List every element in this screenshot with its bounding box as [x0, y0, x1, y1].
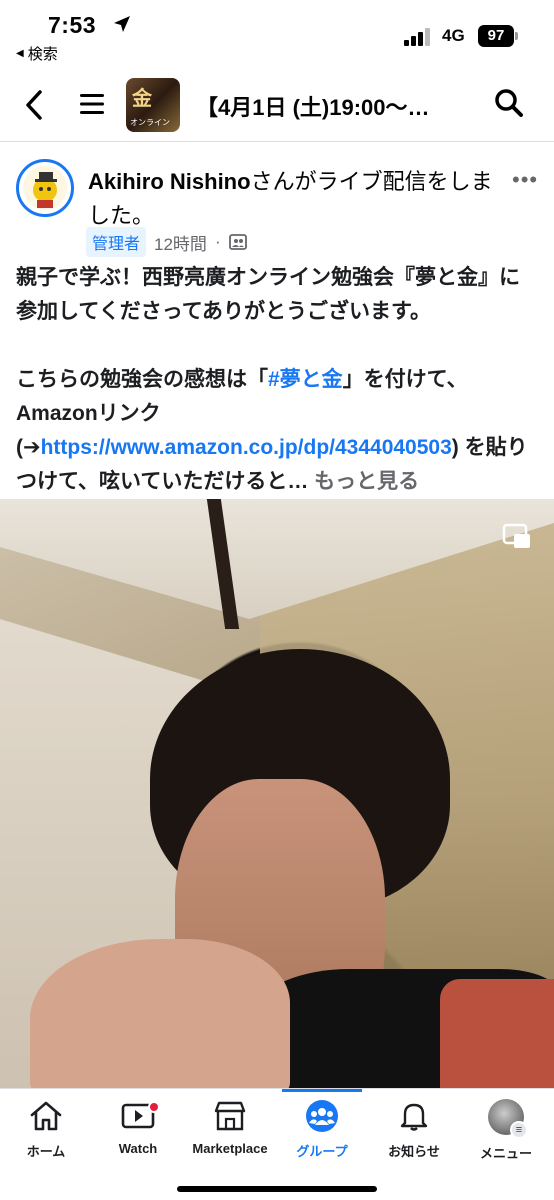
see-more-link[interactable]: もっと見る	[314, 470, 419, 493]
cartoon-character-icon	[33, 172, 57, 208]
network-type: 4G	[442, 26, 465, 45]
tab-watch[interactable]: Watch	[92, 1099, 184, 1169]
thumbnail-main-text: 金	[132, 86, 152, 110]
picture-in-picture-icon[interactable]	[502, 523, 532, 551]
post-author-line: Akihiro Nishinoさんがライブ配信をしました。	[88, 165, 498, 233]
location-arrow-icon	[114, 16, 130, 32]
bell-icon	[400, 1103, 428, 1131]
more-options-icon[interactable]: •••	[512, 167, 538, 193]
hamburger-menu-icon[interactable]	[78, 90, 106, 118]
search-icon[interactable]	[494, 88, 524, 118]
tab-notifications[interactable]: お知らせ	[368, 1099, 460, 1169]
status-bar: 7:53 ◀ 検索 4G 97	[0, 0, 554, 68]
tab-label: メニュー	[479, 1146, 532, 1161]
page-title[interactable]: 【4月1日 (土)19:00〜…	[196, 90, 466, 122]
back-chevron-icon[interactable]	[20, 88, 48, 122]
post-body: 親子で学ぶ！西野亮廣オンライン勉強会『夢と金』に参加してくださってありがとうござ…	[16, 261, 540, 499]
group-thumbnail[interactable]: 金 オンライン	[126, 78, 180, 132]
status-time: 7:53	[48, 12, 97, 38]
avatar-illustration	[23, 166, 67, 210]
thumbnail-sub-text: オンライン	[130, 118, 170, 127]
tab-label: グループ	[296, 1144, 348, 1159]
notification-dot	[148, 1101, 160, 1113]
marketplace-icon	[214, 1101, 246, 1131]
live-video[interactable]	[0, 499, 554, 1088]
meta-separator: ·	[214, 232, 221, 251]
bottom-tab-bar: ホーム Watch Marketplace グループ お知らせ ≡ メニュー	[0, 1088, 554, 1200]
home-icon	[30, 1101, 62, 1131]
author-name[interactable]: Akihiro Nishino	[88, 169, 251, 194]
tab-marketplace[interactable]: Marketplace	[184, 1099, 276, 1169]
tab-menu[interactable]: ≡ メニュー	[460, 1099, 552, 1169]
hashtag-link[interactable]: #夢と金	[268, 368, 343, 391]
battery-cap	[515, 32, 518, 40]
tab-home[interactable]: ホーム	[0, 1099, 92, 1169]
menu-lines-icon: ≡	[510, 1121, 528, 1139]
tab-label: Watch	[118, 1141, 158, 1156]
nav-bar: 金 オンライン 【4月1日 (土)19:00〜…	[0, 68, 554, 142]
tab-label: お知らせ	[388, 1144, 440, 1159]
tab-groups[interactable]: グループ	[276, 1089, 368, 1169]
post-text-segment: こちらの勉強会の感想は「	[16, 368, 268, 391]
back-to-app-label: 検索	[27, 46, 58, 63]
amazon-url-link[interactable]: https://www.amazon.co.jp/dp/4344040503	[41, 436, 452, 459]
groups-icon	[306, 1100, 338, 1132]
admin-badge: 管理者	[86, 227, 147, 257]
tab-label: Marketplace	[192, 1141, 268, 1156]
group-privacy-icon	[228, 234, 247, 250]
battery-level: 97	[478, 25, 514, 47]
person-hand	[30, 939, 290, 1088]
tab-label: ホーム	[26, 1144, 66, 1159]
back-to-app-link[interactable]: ◀ 検索	[16, 43, 58, 64]
post-paragraph-2: こちらの勉強会の感想は「#夢と金」を付けて、Amazonリンク (➔https:…	[16, 363, 540, 499]
post-time[interactable]: 12時間	[154, 230, 207, 255]
post-meta: 管理者 12時間 ·	[86, 227, 247, 257]
menu-avatar: ≡	[488, 1099, 528, 1139]
cellular-signal-icon	[404, 28, 430, 46]
back-triangle-icon: ◀	[16, 48, 24, 59]
home-indicator	[177, 1186, 377, 1192]
red-chair	[440, 979, 554, 1088]
author-avatar[interactable]	[16, 159, 74, 217]
post-paragraph-1: 親子で学ぶ！西野亮廣オンライン勉強会『夢と金』に参加してくださってありがとうござ…	[16, 266, 520, 323]
